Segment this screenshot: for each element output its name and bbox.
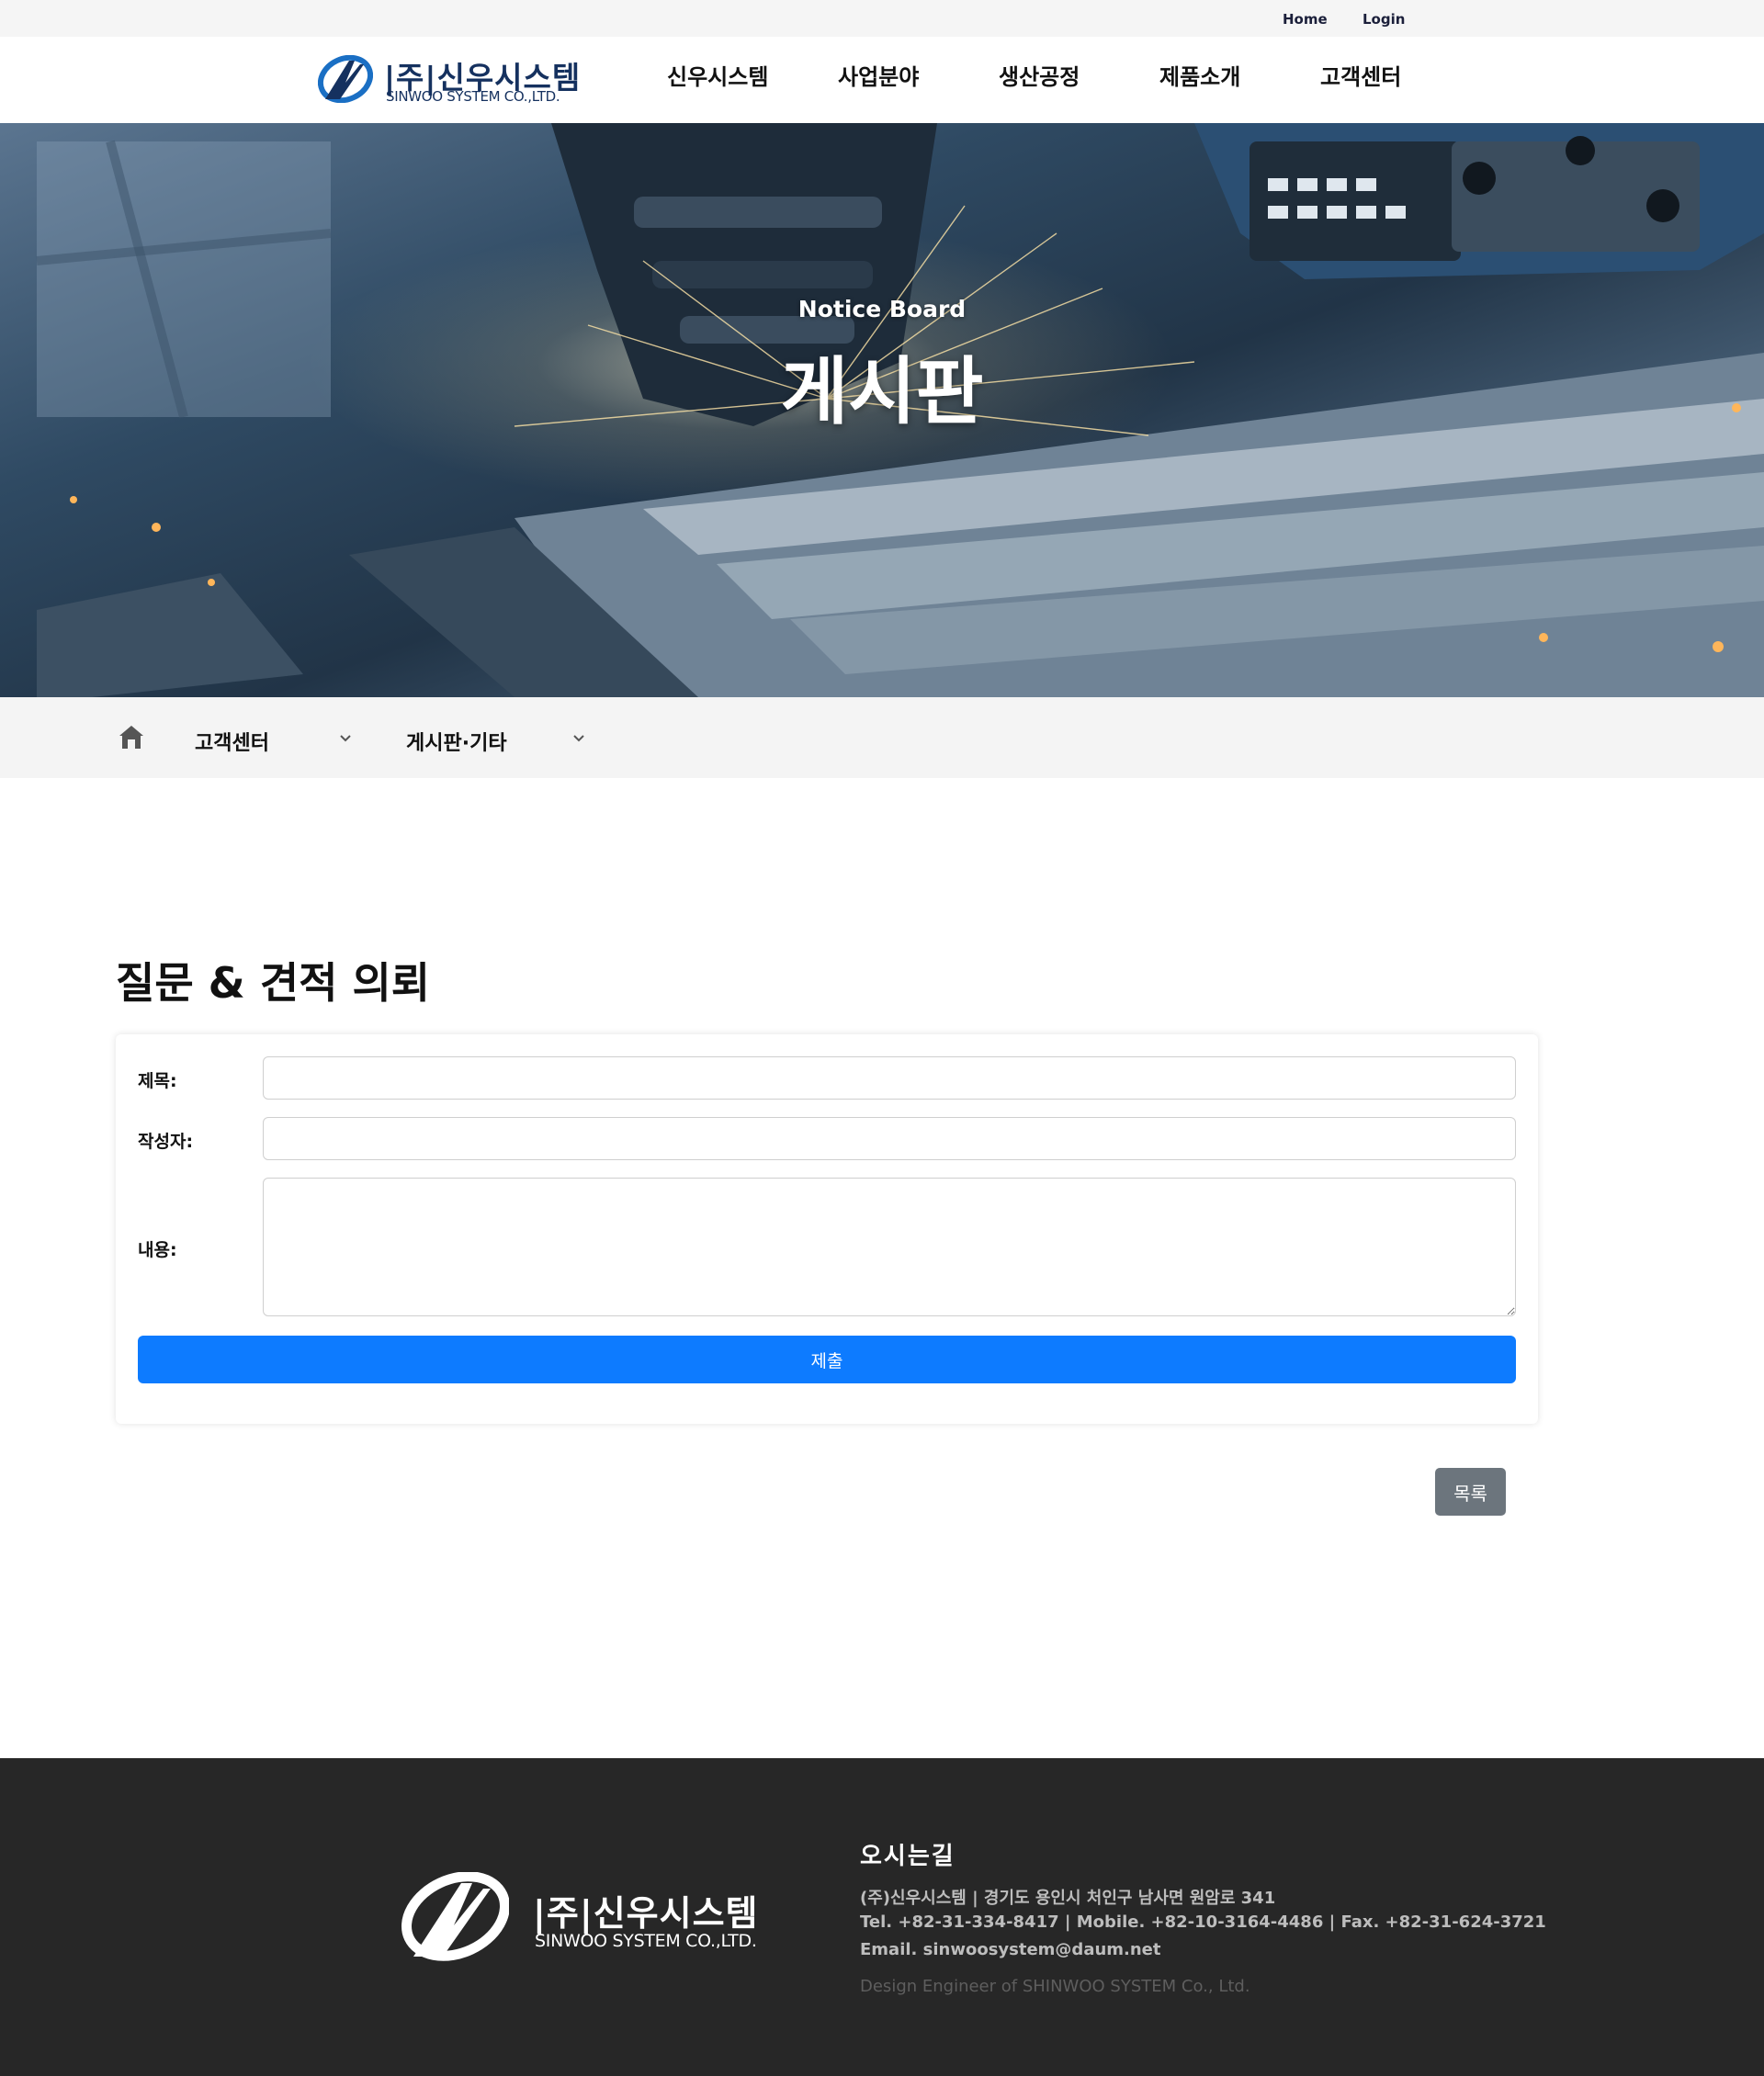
footer-heading: 오시는길 bbox=[860, 1843, 956, 1870]
list-button[interactable]: 목록 bbox=[1435, 1468, 1506, 1516]
footer-logo: |주|신우시스템 SINWOO SYSTEM CO.,LTD. bbox=[401, 1872, 758, 1964]
chevron-down-icon[interactable] bbox=[338, 730, 353, 745]
footer-email: Email. sinwoosystem@daum.net bbox=[860, 1940, 1161, 1959]
site-footer: |주|신우시스템 SINWOO SYSTEM CO.,LTD. 오시는길 (주)… bbox=[0, 1758, 1764, 2076]
hero-subtitle: Notice Board bbox=[797, 296, 967, 322]
nav-item-production[interactable]: 생산공정 bbox=[999, 59, 1080, 91]
footer-logo-english: SINWOO SYSTEM CO.,LTD. bbox=[535, 1931, 757, 1951]
breadcrumb-board[interactable]: 게시판·기타 bbox=[406, 727, 507, 756]
footer-copyright: Design Engineer of SHINWOO SYSTEM Co., L… bbox=[860, 1977, 1250, 1996]
footer-phones: Tel. +82-31-334-8417 | Mobile. +82-10-31… bbox=[860, 1912, 1546, 1932]
author-input[interactable] bbox=[263, 1117, 1516, 1160]
hero-title: 게시판 bbox=[780, 349, 984, 434]
site-header: |주|신우시스템 SINWOO SYSTEM CO.,LTD. 신우시스템 사업… bbox=[0, 37, 1764, 123]
breadcrumb: 고객센터 게시판·기타 bbox=[0, 697, 1764, 778]
nav-item-business[interactable]: 사업분야 bbox=[838, 59, 919, 91]
submit-button[interactable]: 제출 bbox=[138, 1336, 1516, 1383]
title-input[interactable] bbox=[263, 1056, 1516, 1100]
home-link[interactable]: Home bbox=[1283, 11, 1328, 28]
hero-banner: Notice Board 게시판 bbox=[0, 123, 1764, 697]
nav-item-company[interactable]: 신우시스템 bbox=[667, 59, 768, 91]
login-link[interactable]: Login bbox=[1363, 11, 1405, 28]
content-textarea[interactable] bbox=[263, 1178, 1516, 1316]
inquiry-form: 제목: 작성자: 내용: 제출 bbox=[116, 1034, 1538, 1424]
main-nav: 신우시스템 사업분야 생산공정 제품소개 고객센터 bbox=[0, 59, 1764, 96]
nav-item-support[interactable]: 고객센터 bbox=[1320, 59, 1401, 91]
breadcrumb-support[interactable]: 고객센터 bbox=[195, 727, 269, 756]
footer-logo-korean: |주|신우시스템 bbox=[533, 1893, 759, 1934]
footer-address: (주)신우시스템 | 경기도 용인시 처인구 남사면 원암로 341 bbox=[860, 1889, 1276, 1908]
title-label: 제목: bbox=[138, 1071, 177, 1091]
page-title: 질문 & 견적 의뢰 bbox=[116, 958, 431, 1008]
content-label: 내용: bbox=[138, 1240, 177, 1260]
utility-bar: Home Login bbox=[0, 0, 1764, 37]
author-label: 작성자: bbox=[138, 1132, 194, 1152]
logo-mark-icon bbox=[401, 1872, 509, 1961]
nav-item-products[interactable]: 제품소개 bbox=[1159, 59, 1240, 91]
chevron-down-icon[interactable] bbox=[571, 730, 586, 745]
home-icon[interactable] bbox=[118, 723, 145, 750]
